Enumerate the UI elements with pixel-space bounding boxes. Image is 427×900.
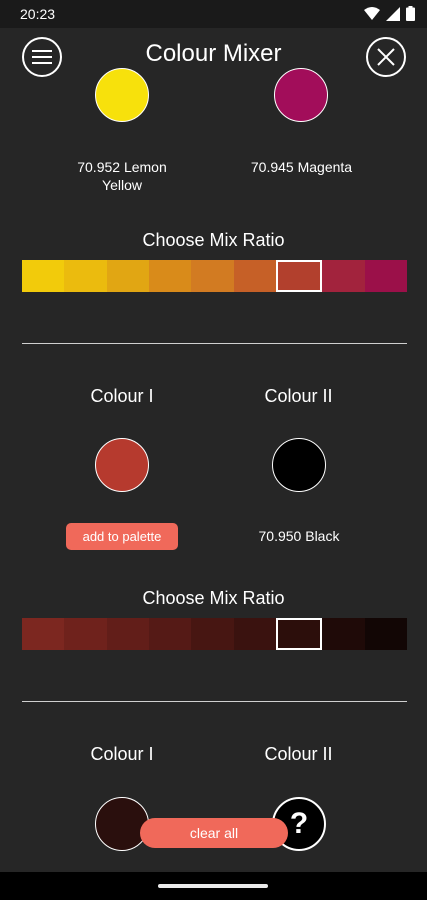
app-bar: Colour Mixer [0,28,427,84]
mix-section-1: 70.952 Lemon Yellow 70.945 Magenta Choos… [0,68,427,344]
ratio-swatch[interactable] [22,618,65,650]
clear-all-button[interactable]: clear all [140,818,288,848]
home-gesture-handle[interactable] [158,884,268,888]
ratio-swatch[interactable] [22,260,65,292]
status-icons [364,6,415,21]
ratio-swatch[interactable] [191,260,234,292]
colour-a-swatch[interactable] [95,68,149,122]
colour-ii-heading: Colour II [264,744,333,764]
wifi-icon [364,6,380,20]
status-time: 20:23 [20,6,56,22]
ratio-swatch[interactable] [106,618,149,650]
colour-ii-swatch[interactable] [272,438,326,492]
mix-ratio-heading: Choose Mix Ratio [142,230,285,250]
add-to-palette-button[interactable]: add to palette [66,523,178,550]
colour-ii-heading: Colour II [264,386,333,406]
ratio-swatch[interactable] [275,618,323,650]
ratio-swatch[interactable] [275,260,323,292]
colour-i-heading: Colour I [90,744,154,764]
status-bar: 20:23 [0,0,427,28]
colour-i-heading: Colour I [90,386,154,406]
ratio-swatch[interactable] [364,260,407,292]
battery-icon [406,6,415,21]
ratio-swatch[interactable] [322,260,365,292]
ratio-swatch[interactable] [106,260,149,292]
close-button[interactable] [366,37,406,77]
colour-a-label: 70.952 Lemon Yellow [77,159,167,193]
ratio-swatch[interactable] [233,260,276,292]
mix-ratio-row [22,260,407,292]
mix-section-2: Colour I Colour II add to palette 70.950… [0,344,427,700]
ratio-swatch[interactable] [322,618,365,650]
ratio-swatch[interactable] [64,618,107,650]
navigation-bar [0,872,427,900]
close-icon [377,48,395,66]
colour-i-swatch[interactable] [95,797,149,851]
colour-b-label: 70.945 Magenta [250,159,353,175]
colour-i-swatch[interactable] [95,438,149,492]
ratio-swatch[interactable] [233,618,276,650]
mix-ratio-row [22,618,407,650]
ratio-swatch[interactable] [64,260,107,292]
mix-ratio-heading: Choose Mix Ratio [142,588,285,608]
signal-icon [386,6,400,21]
ratio-swatch[interactable] [148,618,192,650]
ratio-swatch[interactable] [148,260,192,292]
colour-b-swatch[interactable] [274,68,328,122]
ratio-swatch[interactable] [191,618,234,650]
colour-ii-label: 70.950 Black [258,528,340,544]
app-title: Colour Mixer [145,40,282,67]
ratio-swatch[interactable] [364,618,407,650]
